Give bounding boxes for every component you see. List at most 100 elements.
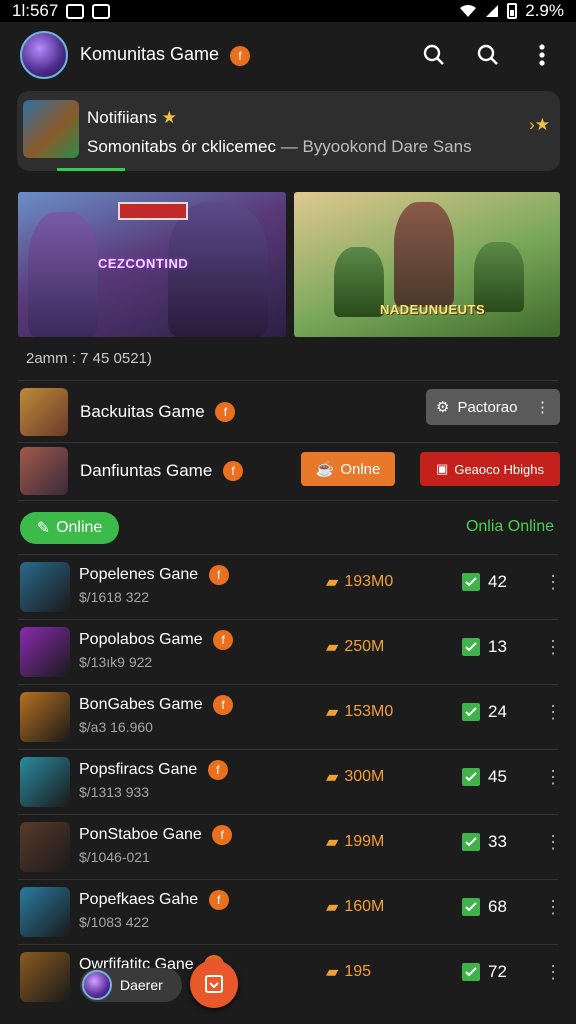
fire-badge-icon: f xyxy=(230,45,251,66)
notification-title: Notifiians ★ xyxy=(87,108,177,128)
more-vert-icon[interactable]: ⋮ xyxy=(544,702,562,723)
signal-icon xyxy=(486,5,499,17)
featured-row[interactable]: Backuitas Game f ⚙ Pactorao ⋮ xyxy=(20,387,560,437)
image-icon xyxy=(92,3,111,19)
more-vert-icon: ⋮ xyxy=(535,399,550,416)
compose-fab[interactable] xyxy=(190,960,238,1008)
hero-figure xyxy=(28,212,98,337)
battery-icon xyxy=(507,3,518,19)
game-row[interactable]: Popelenes Gane f $/1618 322 ▰ 193M0 42 ⋮ xyxy=(20,560,562,612)
notification-card[interactable]: Notifiians ★ Somonitabs ór cklicemec — B… xyxy=(17,91,560,171)
rating-count: 68 xyxy=(488,897,507,916)
rating-count: 13 xyxy=(488,637,507,656)
divider xyxy=(18,442,558,443)
downloads: ▰ 160M xyxy=(326,897,384,917)
check-icon xyxy=(462,833,480,851)
game-row[interactable]: Popolabos Game f $/13ık9 922 ▰ 250M 13 ⋮ xyxy=(20,625,562,677)
star-icon[interactable]: ›★ xyxy=(529,115,550,135)
page-title: Komunitas Game f xyxy=(80,44,251,66)
notification-subtitle-text: Somonitabs ór cklicemec xyxy=(87,137,276,156)
game-name-text: BonGabes Game xyxy=(79,696,203,714)
box-icon: ▰ xyxy=(326,574,339,591)
avatar[interactable] xyxy=(20,31,68,79)
featured-name: Backuitas Game f xyxy=(80,401,236,423)
geaoco-button-label: Geaoco Hbighs xyxy=(454,461,544,477)
chip-label: Daerer xyxy=(120,977,163,993)
game-name-text: Popsfiracs Gane xyxy=(79,761,198,779)
rating-count: 45 xyxy=(488,767,507,786)
gift-icon: ▣ xyxy=(436,461,449,476)
notification-source: Byyookond Dare Sans xyxy=(302,137,472,156)
divider xyxy=(18,380,558,381)
game-icon xyxy=(20,952,70,1002)
downloads-value: 160M xyxy=(344,898,385,915)
geaoco-button[interactable]: ▣ Geaoco Hbighs xyxy=(420,452,560,486)
game-subtitle: $/a3 16.960 xyxy=(79,719,153,735)
online-filter-pill[interactable]: ✎ Online xyxy=(20,512,119,544)
notification-title-text: Notifiians xyxy=(87,108,157,127)
game-name: Popsfiracs Gane f xyxy=(79,760,228,780)
game-icon xyxy=(20,627,70,677)
downloads: ▰ 193M0 xyxy=(326,572,393,592)
user-chip[interactable]: Daerer xyxy=(80,968,182,1002)
downloads: ▰ 195 xyxy=(326,962,371,982)
game-row[interactable]: Popsfiracs Gane f $/1313 933 ▰ 300M 45 ⋮ xyxy=(20,755,562,807)
search-icon xyxy=(477,44,498,65)
banner-card-1[interactable]: CEZCONTIND xyxy=(18,192,286,337)
status-time: 1l:567 xyxy=(12,1,59,20)
game-name: Popolabos Game f xyxy=(79,630,234,650)
box-icon: ▰ xyxy=(326,639,339,656)
rating: 13 xyxy=(462,637,507,657)
game-name: PonStaboe Gane f xyxy=(79,825,233,845)
banner-card-2[interactable]: NADEUNUEUTS xyxy=(294,192,560,337)
more-vert-icon[interactable]: ⋮ xyxy=(544,767,562,788)
featured-name-text: Backuitas Game xyxy=(80,401,205,421)
overflow-menu-button[interactable] xyxy=(528,41,556,69)
game-name: BonGabes Game f xyxy=(79,695,234,715)
more-vert-icon[interactable]: ⋮ xyxy=(544,637,562,658)
rating-count: 33 xyxy=(488,832,507,851)
check-icon xyxy=(462,703,480,721)
more-vert-icon[interactable]: ⋮ xyxy=(544,832,562,853)
game-subtitle: $/1313 933 xyxy=(79,784,150,800)
more-vert-icon[interactable]: ⋮ xyxy=(544,897,562,918)
download-icon xyxy=(205,975,223,993)
battery-level: 2.9% xyxy=(525,1,564,20)
search-button[interactable] xyxy=(420,41,448,69)
downloads-value: 250M xyxy=(344,638,385,655)
featured-name-text: Danfiuntas Game xyxy=(80,460,213,480)
banner-tag xyxy=(118,202,188,220)
game-subtitle: $/1083 422 xyxy=(79,914,150,930)
fire-badge-icon: f xyxy=(223,461,244,482)
box-icon: ▰ xyxy=(326,834,339,851)
divider xyxy=(18,500,558,501)
game-subtitle: $/1046-021 xyxy=(79,849,150,865)
avatar xyxy=(82,970,112,1000)
more-vert-icon[interactable]: ⋮ xyxy=(544,572,562,593)
game-row[interactable]: BonGabes Game f $/a3 16.960 ▰ 153M0 24 ⋮ xyxy=(20,690,562,742)
game-icon xyxy=(20,887,70,937)
box-icon: ▰ xyxy=(326,769,339,786)
game-icon xyxy=(20,822,70,872)
game-icon xyxy=(20,562,70,612)
notification-icon xyxy=(66,3,85,19)
downloads: ▰ 250M xyxy=(326,637,384,657)
divider xyxy=(18,684,558,685)
game-icon xyxy=(20,388,68,436)
check-icon xyxy=(462,768,480,786)
game-row[interactable]: Popefkaes Gahe f $/1083 422 ▰ 160M 68 ⋮ xyxy=(20,885,562,937)
game-name-text: PonStaboe Gane xyxy=(79,826,202,844)
online-button[interactable]: ☕ Onlne xyxy=(301,452,395,486)
hero-figure xyxy=(334,247,384,317)
pactorao-button[interactable]: ⚙ Pactorao ⋮ xyxy=(426,389,560,425)
featured-row[interactable]: Danfiuntas Game f ☕ Onlne ▣ Geaoco Hbigh… xyxy=(20,446,560,496)
divider xyxy=(18,619,558,620)
notification-thumbnail xyxy=(23,100,79,158)
pencil-icon: ✎ xyxy=(36,520,51,537)
game-row[interactable]: PonStaboe Gane f $/1046-021 ▰ 199M 33 ⋮ xyxy=(20,820,562,872)
search-button-2[interactable] xyxy=(474,41,502,69)
fire-badge-icon: f xyxy=(207,760,228,780)
wifi-icon xyxy=(460,4,477,17)
fire-badge-icon: f xyxy=(208,890,229,910)
more-vert-icon[interactable]: ⋮ xyxy=(544,962,562,983)
